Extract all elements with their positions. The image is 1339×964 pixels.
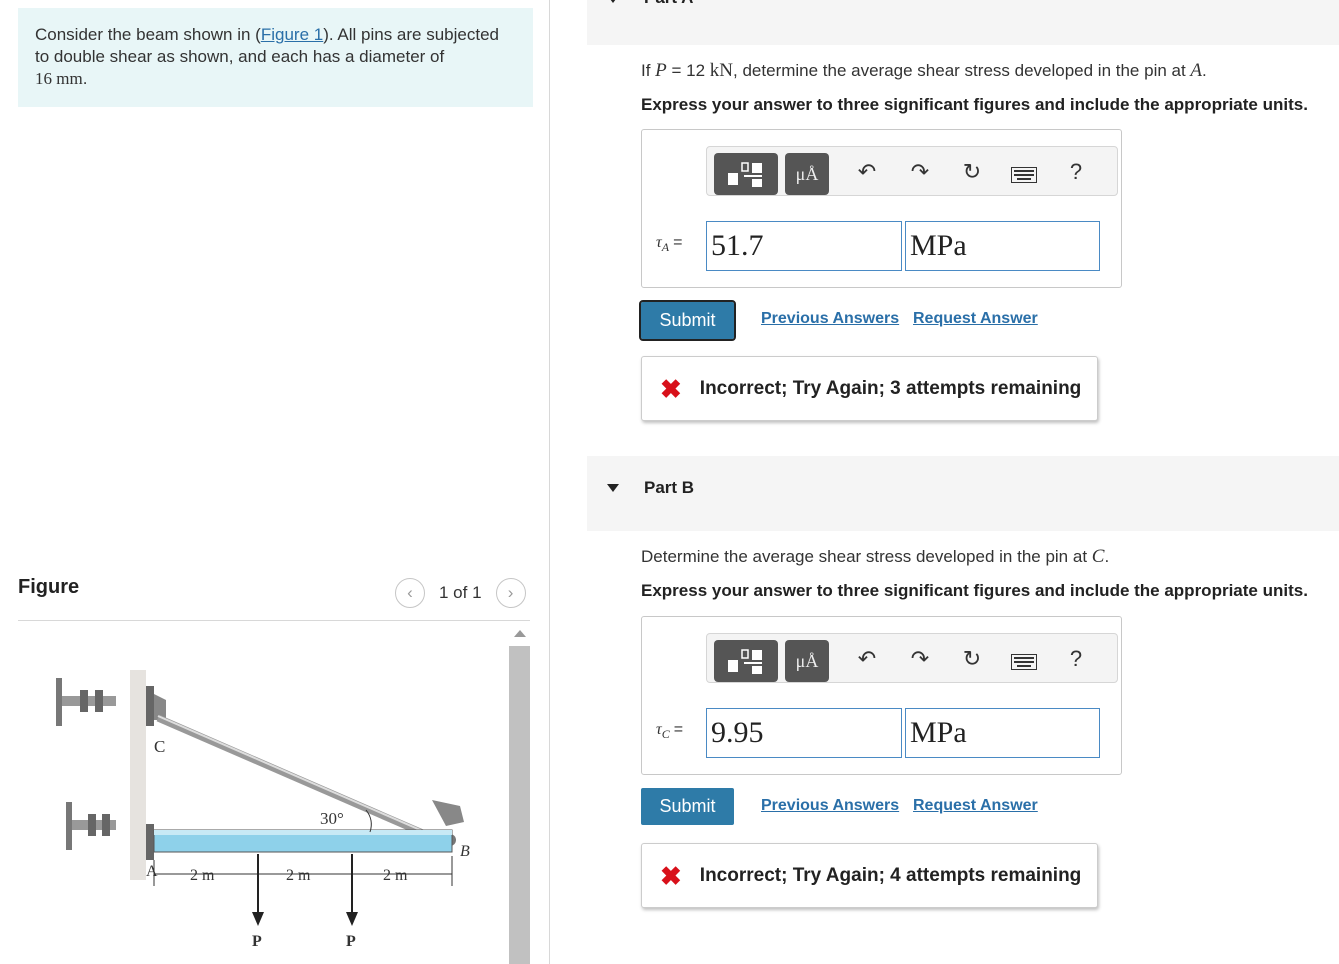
figure-link[interactable]: Figure 1 bbox=[261, 25, 323, 44]
left-panel: Consider the beam shown in (Figure 1). A… bbox=[0, 0, 550, 964]
error-x-icon: ✖ bbox=[660, 860, 682, 891]
var-a-sub: A bbox=[661, 240, 670, 255]
part-b-header[interactable]: Part B bbox=[587, 456, 1339, 531]
var-a-equals: = bbox=[673, 234, 683, 251]
part-a-label: Part A bbox=[644, 0, 693, 8]
part-b-unit-input[interactable]: MPa bbox=[905, 708, 1100, 758]
part-a-header[interactable]: Part A bbox=[587, 0, 1339, 45]
part-a-value-input[interactable]: 51.7 bbox=[706, 221, 902, 271]
part-b-question: Determine the average shear stress devel… bbox=[641, 546, 1109, 568]
part-a-previous-answers-link[interactable]: Previous Answers bbox=[761, 310, 899, 328]
wall bbox=[130, 670, 146, 880]
scroll-up-icon[interactable] bbox=[513, 630, 526, 637]
part-b-feedback-text: Incorrect; Try Again; 4 attempts remaini… bbox=[699, 864, 1082, 886]
part-a-var-label: τA = bbox=[656, 234, 682, 255]
undo-icon[interactable]: ↶ bbox=[853, 159, 881, 185]
figure-scrollbar[interactable] bbox=[509, 626, 530, 964]
part-b-request-answer-link[interactable]: Request Answer bbox=[913, 797, 1038, 815]
beam-figure: C A B 30° 2 m 2 m 2 m P P bbox=[56, 670, 470, 950]
part-b-value-input[interactable]: 9.95 bbox=[706, 708, 902, 758]
panel-divider bbox=[549, 0, 550, 964]
part-a-feedback: ✖ Incorrect; Try Again; 3 attempts remai… bbox=[641, 356, 1098, 421]
scroll-thumb[interactable] bbox=[509, 646, 530, 964]
intro-period: . bbox=[82, 69, 88, 88]
redo-icon[interactable]: ↷ bbox=[906, 646, 934, 672]
problem-statement: Consider the beam shown in (Figure 1). A… bbox=[18, 8, 533, 107]
label-p-1: P bbox=[252, 933, 262, 950]
q-b-end: . bbox=[1104, 547, 1110, 566]
part-a-instruction: Express your answer to three significant… bbox=[641, 95, 1308, 114]
part-b-label: Part B bbox=[644, 478, 695, 497]
label-b: B bbox=[460, 843, 470, 860]
part-b-previous-answers-link[interactable]: Previous Answers bbox=[761, 797, 899, 815]
part-a-toolbar: μÅ ↶ ↷ ↻ ? bbox=[706, 146, 1118, 196]
label-angle: 30° bbox=[320, 809, 344, 828]
var-b-equals: = bbox=[673, 721, 684, 738]
caret-down-icon[interactable] bbox=[607, 0, 619, 3]
part-b-submit-button[interactable]: Submit bbox=[641, 788, 734, 825]
figure-divider bbox=[18, 620, 530, 621]
caret-down-icon[interactable] bbox=[607, 484, 619, 492]
part-a-question: If P = 12 kN, determine the average shea… bbox=[641, 60, 1207, 82]
q-a-mid: = 12 bbox=[666, 61, 710, 80]
label-c: C bbox=[154, 737, 165, 756]
units-button[interactable]: μÅ bbox=[785, 153, 829, 195]
label-a: A bbox=[146, 863, 158, 880]
label-dim-1: 2 m bbox=[190, 867, 215, 884]
bracket-upper bbox=[56, 678, 166, 726]
rod-cb bbox=[156, 714, 450, 848]
units-button[interactable]: μÅ bbox=[785, 640, 829, 682]
part-b-answer-box: μÅ ↶ ↷ ↻ ? τC = 9.95 MPa bbox=[641, 616, 1122, 775]
undo-icon[interactable]: ↶ bbox=[853, 646, 881, 672]
chevron-right-icon[interactable]: › bbox=[495, 578, 526, 608]
keyboard-icon[interactable] bbox=[1010, 163, 1038, 189]
diameter-value: 16 mm bbox=[35, 69, 83, 88]
label-p-2: P bbox=[346, 933, 356, 950]
label-dim-2: 2 m bbox=[286, 867, 311, 884]
figure-title: Figure bbox=[18, 576, 80, 598]
reset-icon[interactable]: ↻ bbox=[958, 646, 986, 672]
q-a-point: A bbox=[1190, 60, 1203, 81]
q-a-var: P bbox=[655, 60, 667, 81]
part-a-submit-button[interactable]: Submit bbox=[639, 300, 736, 341]
pager-text: 1 of 1 bbox=[439, 583, 482, 602]
q-a-prefix: If bbox=[641, 61, 656, 80]
part-a-answer-box: μÅ ↶ ↷ ↻ ? τA = 51.7 MPa bbox=[641, 129, 1122, 288]
q-b-prefix: Determine the average shear stress devel… bbox=[641, 547, 1092, 566]
redo-icon[interactable]: ↷ bbox=[906, 159, 934, 185]
part-a-unit-input[interactable]: MPa bbox=[905, 221, 1100, 271]
q-b-point: C bbox=[1091, 546, 1105, 567]
keyboard-icon[interactable] bbox=[1010, 650, 1038, 676]
part-b-feedback: ✖ Incorrect; Try Again; 4 attempts remai… bbox=[641, 843, 1098, 908]
q-a-unit: kN bbox=[709, 60, 734, 81]
part-a-request-answer-link[interactable]: Request Answer bbox=[913, 310, 1038, 328]
var-b-sub: C bbox=[661, 727, 670, 742]
reset-icon[interactable]: ↻ bbox=[958, 159, 986, 185]
templates-icon[interactable] bbox=[714, 640, 778, 682]
right-panel: Part A If P = 12 kN, determine the avera… bbox=[587, 0, 1339, 964]
part-b-instruction: Express your answer to three significant… bbox=[641, 581, 1308, 600]
part-a-feedback-text: Incorrect; Try Again; 3 attempts remaini… bbox=[699, 377, 1082, 399]
chevron-left-icon[interactable]: ‹ bbox=[395, 578, 425, 608]
figure-pager: ‹ 1 of 1 › bbox=[395, 578, 526, 608]
q-a-suffix: , determine the average shear stress dev… bbox=[733, 61, 1191, 80]
error-x-icon: ✖ bbox=[660, 373, 682, 404]
part-b-var-label: τC = bbox=[656, 721, 683, 742]
part-b-toolbar: μÅ ↶ ↷ ↻ ? bbox=[706, 633, 1118, 683]
templates-icon[interactable] bbox=[714, 153, 778, 195]
q-a-end: . bbox=[1202, 61, 1207, 80]
help-icon[interactable]: ? bbox=[1062, 159, 1090, 185]
intro-text: Consider the beam shown in ( bbox=[35, 25, 261, 44]
label-dim-3: 2 m bbox=[383, 867, 408, 884]
help-icon[interactable]: ? bbox=[1062, 646, 1090, 672]
